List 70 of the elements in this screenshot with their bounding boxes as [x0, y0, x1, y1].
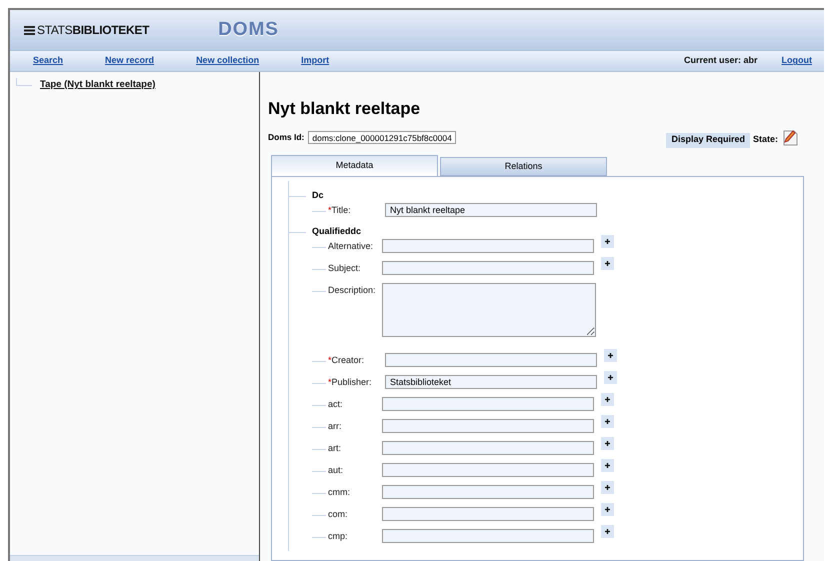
plus-icon [605, 485, 610, 490]
required-mark: * [328, 355, 332, 365]
add-button[interactable] [601, 525, 614, 538]
input-field[interactable] [382, 261, 594, 275]
logo-icon [24, 26, 35, 34]
nav-link[interactable]: Search [33, 54, 64, 68]
record-title: Nyt blankt reeltape [268, 100, 422, 117]
field-label: Title: [332, 205, 351, 215]
plus-icon [605, 507, 610, 512]
display-required-button[interactable]: Display Required [666, 132, 750, 148]
description-field[interactable] [382, 283, 596, 337]
input-field[interactable]: Nyt blankt reeltape [385, 203, 597, 217]
id-label: Doms Id: [268, 130, 304, 144]
logout-link[interactable]: Logout [782, 54, 812, 68]
input-field[interactable] [382, 239, 594, 253]
add-button[interactable] [601, 235, 614, 248]
field-label: Alternative: [328, 241, 374, 251]
input-field[interactable] [382, 463, 594, 477]
add-button[interactable] [601, 393, 614, 406]
plus-icon [605, 419, 610, 424]
input-field[interactable] [382, 507, 594, 521]
input-field[interactable] [382, 419, 594, 433]
nav-link[interactable]: New collection [196, 54, 260, 68]
tree-item[interactable]: Tape (Nyt blankt reeltape) [40, 78, 156, 92]
field-label: aut: [328, 465, 344, 475]
input-field[interactable] [382, 529, 594, 543]
section-heading: Dc [312, 189, 325, 202]
input-field[interactable] [382, 397, 594, 411]
section-heading: Qualifieddc [312, 225, 362, 238]
add-button[interactable] [601, 481, 614, 494]
plus-icon [608, 353, 613, 358]
nav-link[interactable]: Import [301, 54, 330, 68]
field-label: cmm: [328, 487, 350, 497]
state-label: State: [752, 133, 778, 146]
field-label: art: [328, 443, 342, 453]
field-label: act: [328, 399, 343, 409]
plus-icon [605, 441, 610, 446]
tab[interactable]: Metadata [271, 155, 438, 176]
field-label: Description: [328, 285, 376, 295]
field-label: arr: [328, 421, 342, 431]
add-button[interactable] [604, 371, 617, 384]
field-label: Publisher: [332, 377, 372, 387]
input-field[interactable] [382, 485, 594, 499]
nav-link[interactable]: New record [105, 54, 154, 68]
field-label: Subject: [328, 263, 361, 273]
required-mark: * [328, 377, 332, 387]
plus-icon [605, 239, 610, 244]
plus-icon [605, 463, 610, 468]
required-mark: * [328, 205, 332, 215]
input-field[interactable] [385, 353, 597, 367]
input-field[interactable] [382, 441, 594, 455]
plus-icon [605, 397, 610, 402]
tab[interactable]: Relations [440, 157, 607, 176]
current-user: Current user: abr [684, 54, 758, 68]
plus-icon [605, 529, 610, 534]
app-name: DOMS [218, 18, 279, 42]
field-label: com: [328, 509, 348, 519]
add-button[interactable] [604, 349, 617, 362]
input-field[interactable]: Statsbiblioteket [385, 375, 597, 389]
field-label: cmp: [328, 531, 348, 541]
plus-icon [605, 261, 610, 266]
add-button[interactable] [601, 257, 614, 270]
add-button[interactable] [601, 415, 614, 428]
plus-icon [608, 375, 613, 380]
add-button[interactable] [601, 459, 614, 472]
logo-text: STATSBIBLIOTEKET [37, 22, 150, 39]
add-button[interactable] [601, 503, 614, 516]
field-label: Creator: [332, 355, 364, 365]
id-field: doms:clone_000001291c75bf8c0004 [308, 130, 456, 144]
add-button[interactable] [601, 437, 614, 450]
